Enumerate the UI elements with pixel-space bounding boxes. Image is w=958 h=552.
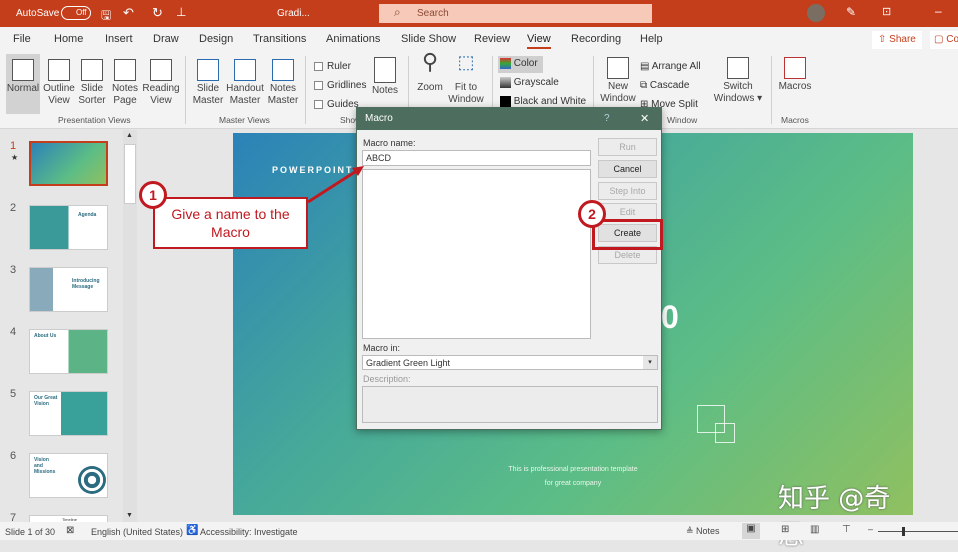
slide-sorter-status-icon[interactable]: ⊞ (781, 524, 789, 535)
accessibility-icon: ♿ (186, 525, 199, 536)
zoom-out-icon[interactable]: – (868, 524, 873, 534)
callout-2-badge: 2 (578, 200, 606, 228)
status-bar: Slide 1 of 30 ⊠ English (United States) … (0, 522, 958, 540)
language-status[interactable]: English (United States) (91, 527, 183, 537)
reading-view-status-icon[interactable]: ▥ (810, 524, 819, 535)
slideshow-status-icon[interactable]: ⊤ (842, 524, 851, 535)
accessibility-status[interactable]: Accessibility: Investigate (200, 527, 298, 537)
callout-1-badge: 1 (139, 181, 167, 209)
notes-status-label: Notes (696, 526, 720, 536)
zoom-slider[interactable] (878, 527, 958, 536)
zoom-slider-thumb[interactable] (902, 527, 905, 536)
callout-1-box: Give a name to the Macro (153, 197, 308, 249)
normal-view-status-icon[interactable]: ▣ (742, 523, 760, 539)
callout-arrow (307, 166, 364, 204)
notes-toggle[interactable]: ≜ Notes (686, 526, 720, 537)
spellcheck-icon[interactable]: ⊠ (66, 525, 74, 536)
callout-2-highlight (592, 219, 663, 250)
slide-counter: Slide 1 of 30 (5, 527, 56, 537)
